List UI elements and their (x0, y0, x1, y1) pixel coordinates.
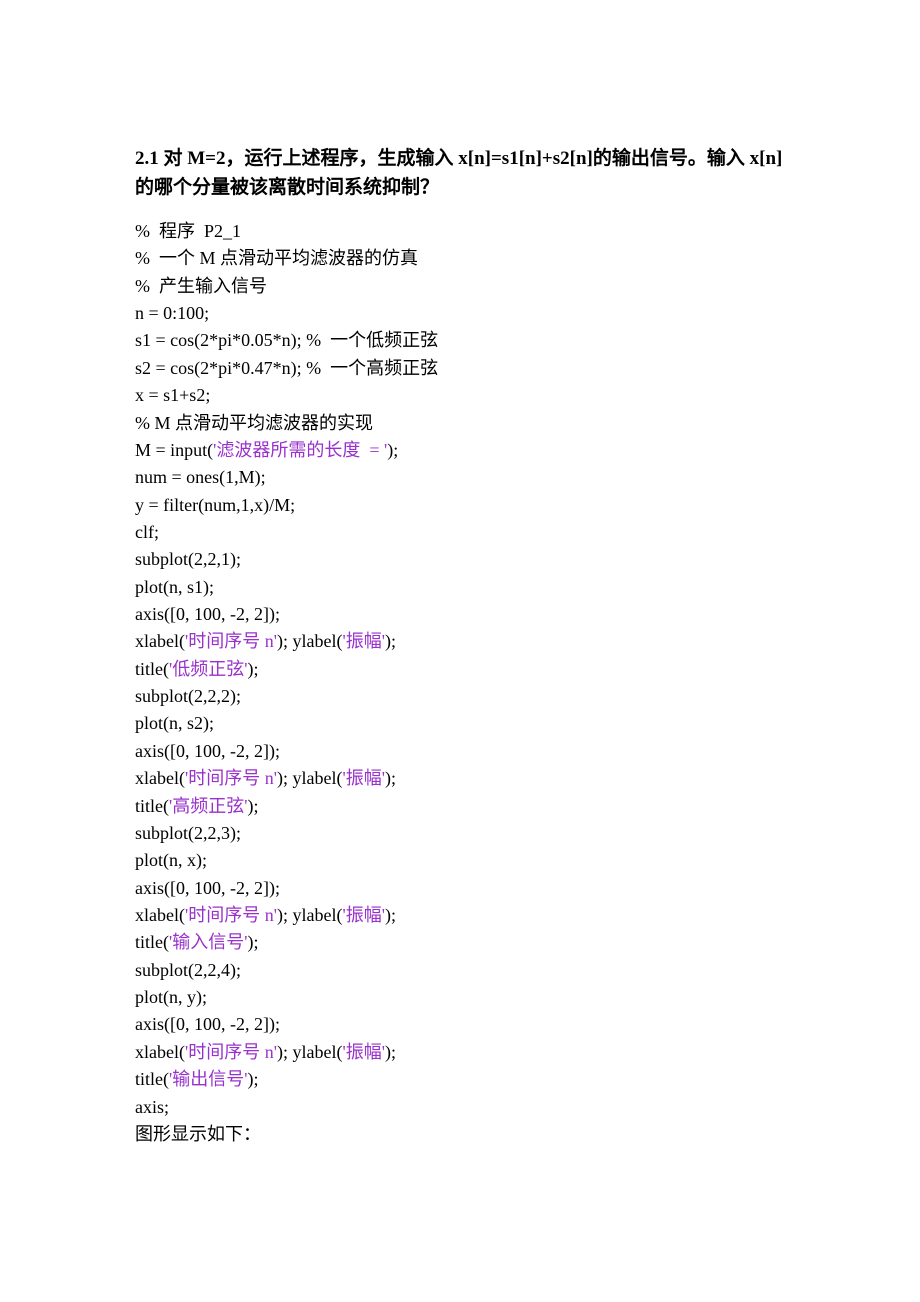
code-line: axis([0, 100, -2, 2]); (135, 1011, 800, 1038)
code-text: ); (385, 1042, 396, 1062)
code-text: ); (248, 796, 259, 816)
code-block: % 程序 P2_1 % 一个 M 点滑动平均滤波器的仿真 % 产生输入信号 n … (135, 218, 800, 1148)
code-line: n = 0:100; (135, 300, 800, 327)
code-text: s2 = cos(2*pi*0.47*n); % (135, 358, 321, 378)
code-line: s1 = cos(2*pi*0.05*n); % 一个低频正弦 (135, 327, 800, 354)
code-line: xlabel('时间序号 n'); ylabel('振幅'); (135, 902, 800, 929)
code-text: 一个低频正弦 (321, 330, 438, 350)
code-line: axis([0, 100, -2, 2]); (135, 601, 800, 628)
code-text: ); ylabel( (277, 905, 342, 925)
code-text: ); (385, 631, 396, 651)
document-page: 2.1 对 M=2，运行上述程序，生成输入 x[n]=s1[n]+s2[n]的输… (0, 0, 920, 1248)
code-text: ); (248, 1069, 259, 1089)
code-string: '时间序号 n' (185, 768, 277, 788)
code-line: x = s1+s2; (135, 382, 800, 409)
code-line: clf; (135, 519, 800, 546)
heading-line-2: 的哪个分量被该离散时间系统抑制？ (135, 174, 800, 203)
code-string: '时间序号 n' (185, 631, 277, 651)
code-text: ); (248, 659, 259, 679)
code-line: plot(n, s2); (135, 710, 800, 737)
code-line: xlabel('时间序号 n'); ylabel('振幅'); (135, 765, 800, 792)
code-string: '振幅' (342, 1042, 385, 1062)
code-line: subplot(2,2,4); (135, 957, 800, 984)
code-string: '振幅' (342, 768, 385, 788)
code-line: title('高频正弦'); (135, 793, 800, 820)
code-string: '输入信号' (169, 932, 248, 952)
code-line: xlabel('时间序号 n'); ylabel('振幅'); (135, 628, 800, 655)
code-string: '高频正弦' (169, 796, 248, 816)
code-line: % 一个 M 点滑动平均滤波器的仿真 (135, 245, 800, 272)
code-line: % M 点滑动平均滤波器的实现 (135, 410, 800, 437)
code-text: ); ylabel( (277, 631, 342, 651)
code-line: subplot(2,2,3); (135, 820, 800, 847)
code-line: axis([0, 100, -2, 2]); (135, 738, 800, 765)
code-string: '振幅' (342, 631, 385, 651)
code-line: % 产生输入信号 (135, 273, 800, 300)
code-line: axis([0, 100, -2, 2]); (135, 875, 800, 902)
code-text: M = input( (135, 440, 213, 460)
code-text: xlabel( (135, 1042, 185, 1062)
code-text: 一个高频正弦 (321, 358, 438, 378)
code-text: title( (135, 796, 169, 816)
code-string: '低频正弦' (169, 659, 248, 679)
code-line: plot(n, s1); (135, 574, 800, 601)
code-line: subplot(2,2,2); (135, 683, 800, 710)
code-text: ); ylabel( (277, 1042, 342, 1062)
code-line: title('输入信号'); (135, 929, 800, 956)
code-string: '振幅' (342, 905, 385, 925)
code-text: xlabel( (135, 768, 185, 788)
section-heading: 2.1 对 M=2，运行上述程序，生成输入 x[n]=s1[n]+s2[n]的输… (135, 145, 800, 202)
code-line: y = filter(num,1,x)/M; (135, 492, 800, 519)
code-line: % 程序 P2_1 (135, 218, 800, 245)
code-string: '滤波器所需的长度 = ' (213, 440, 387, 460)
code-line: M = input('滤波器所需的长度 = '); (135, 437, 800, 464)
code-line: plot(n, y); (135, 984, 800, 1011)
code-string: '时间序号 n' (185, 905, 277, 925)
code-text: ); ylabel( (277, 768, 342, 788)
code-text: xlabel( (135, 631, 185, 651)
code-line: xlabel('时间序号 n'); ylabel('振幅'); (135, 1039, 800, 1066)
code-line: subplot(2,2,1); (135, 546, 800, 573)
code-string: '时间序号 n' (185, 1042, 277, 1062)
code-text: title( (135, 659, 169, 679)
code-text: ); (385, 905, 396, 925)
code-text: ); (385, 768, 396, 788)
code-line: s2 = cos(2*pi*0.47*n); % 一个高频正弦 (135, 355, 800, 382)
code-text: ); (387, 440, 398, 460)
code-line: title('低频正弦'); (135, 656, 800, 683)
code-line: 图形显示如下： (135, 1121, 800, 1148)
code-text: title( (135, 1069, 169, 1089)
heading-line-1: 2.1 对 M=2，运行上述程序，生成输入 x[n]=s1[n]+s2[n]的输… (135, 145, 800, 174)
code-line: axis; (135, 1094, 800, 1121)
code-text: s1 = cos(2*pi*0.05*n); % (135, 330, 321, 350)
code-text: title( (135, 932, 169, 952)
code-text: ); (248, 932, 259, 952)
code-line: plot(n, x); (135, 847, 800, 874)
code-text: xlabel( (135, 905, 185, 925)
code-string: '输出信号' (169, 1069, 248, 1089)
code-line: title('输出信号'); (135, 1066, 800, 1093)
code-line: num = ones(1,M); (135, 464, 800, 491)
